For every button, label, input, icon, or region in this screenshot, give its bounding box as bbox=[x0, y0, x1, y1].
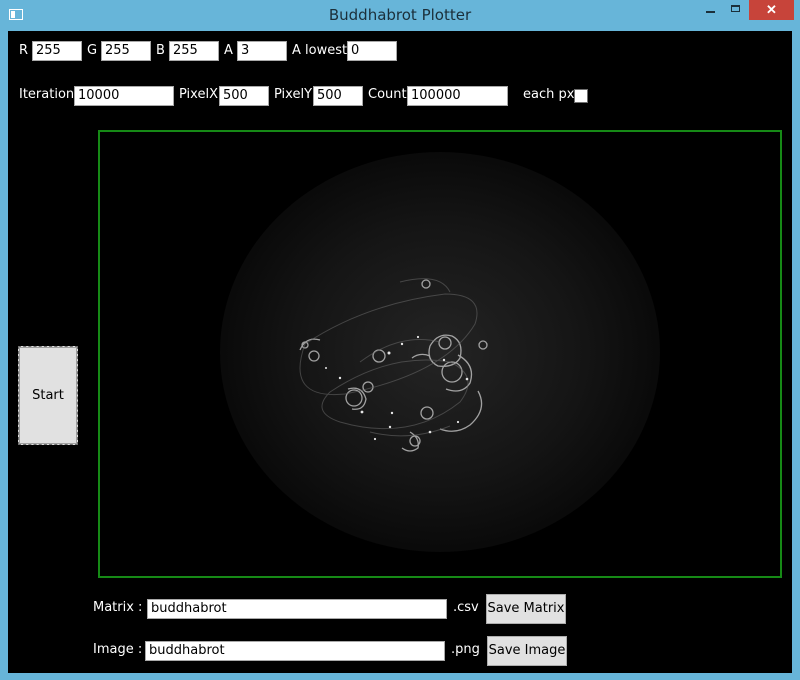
minimize-button[interactable] bbox=[697, 0, 723, 20]
a-lowest-label: A lowest bbox=[292, 43, 348, 58]
b-input[interactable]: 255 bbox=[169, 41, 219, 61]
b-label: B bbox=[156, 43, 165, 58]
iteration-label: Iteration bbox=[19, 87, 75, 102]
maximize-button[interactable] bbox=[723, 0, 749, 20]
image-label: Image : bbox=[93, 642, 143, 657]
maximize-icon bbox=[731, 5, 740, 12]
save-matrix-button[interactable]: Save Matrix bbox=[486, 594, 566, 624]
count-input[interactable]: 100000 bbox=[407, 86, 508, 106]
pixelx-input[interactable]: 500 bbox=[219, 86, 269, 106]
r-label: R bbox=[19, 43, 29, 58]
a-label: A bbox=[224, 43, 233, 58]
client-area: R 255 G 255 B 255 A 3 A lowest 0 Iterati… bbox=[8, 31, 792, 673]
minimize-icon bbox=[706, 11, 715, 13]
each-px-label: each px bbox=[523, 87, 575, 102]
r-input[interactable]: 255 bbox=[32, 41, 82, 61]
a-lowest-input[interactable]: 0 bbox=[347, 41, 397, 61]
start-button[interactable]: Start bbox=[18, 346, 78, 445]
each-px-checkbox[interactable] bbox=[574, 89, 588, 103]
buddhabrot-trajectories bbox=[299, 278, 488, 452]
g-label: G bbox=[87, 43, 98, 58]
save-image-button[interactable]: Save Image bbox=[487, 636, 567, 666]
image-ext-label: .png bbox=[451, 642, 480, 657]
title-bar[interactable]: Buddhabrot Plotter ✕ bbox=[0, 0, 800, 31]
image-filename-input[interactable]: buddhabrot bbox=[145, 641, 445, 661]
count-label: Count bbox=[368, 87, 407, 102]
a-input[interactable]: 3 bbox=[237, 41, 287, 61]
plot-canvas bbox=[98, 130, 782, 578]
g-input[interactable]: 255 bbox=[101, 41, 151, 61]
matrix-filename-input[interactable]: buddhabrot bbox=[147, 599, 447, 619]
app-window: Buddhabrot Plotter ✕ R 255 G 255 B 255 A… bbox=[0, 0, 800, 680]
matrix-label: Matrix : bbox=[93, 600, 143, 615]
pixely-input[interactable]: 500 bbox=[313, 86, 363, 106]
pixely-label: PixelY bbox=[274, 87, 313, 102]
close-icon: ✕ bbox=[766, 2, 777, 17]
close-button[interactable]: ✕ bbox=[749, 0, 794, 20]
pixelx-label: PixelX bbox=[179, 87, 218, 102]
matrix-ext-label: .csv bbox=[453, 600, 479, 615]
window-title: Buddhabrot Plotter bbox=[328, 6, 472, 24]
iteration-input[interactable]: 10000 bbox=[74, 86, 174, 106]
